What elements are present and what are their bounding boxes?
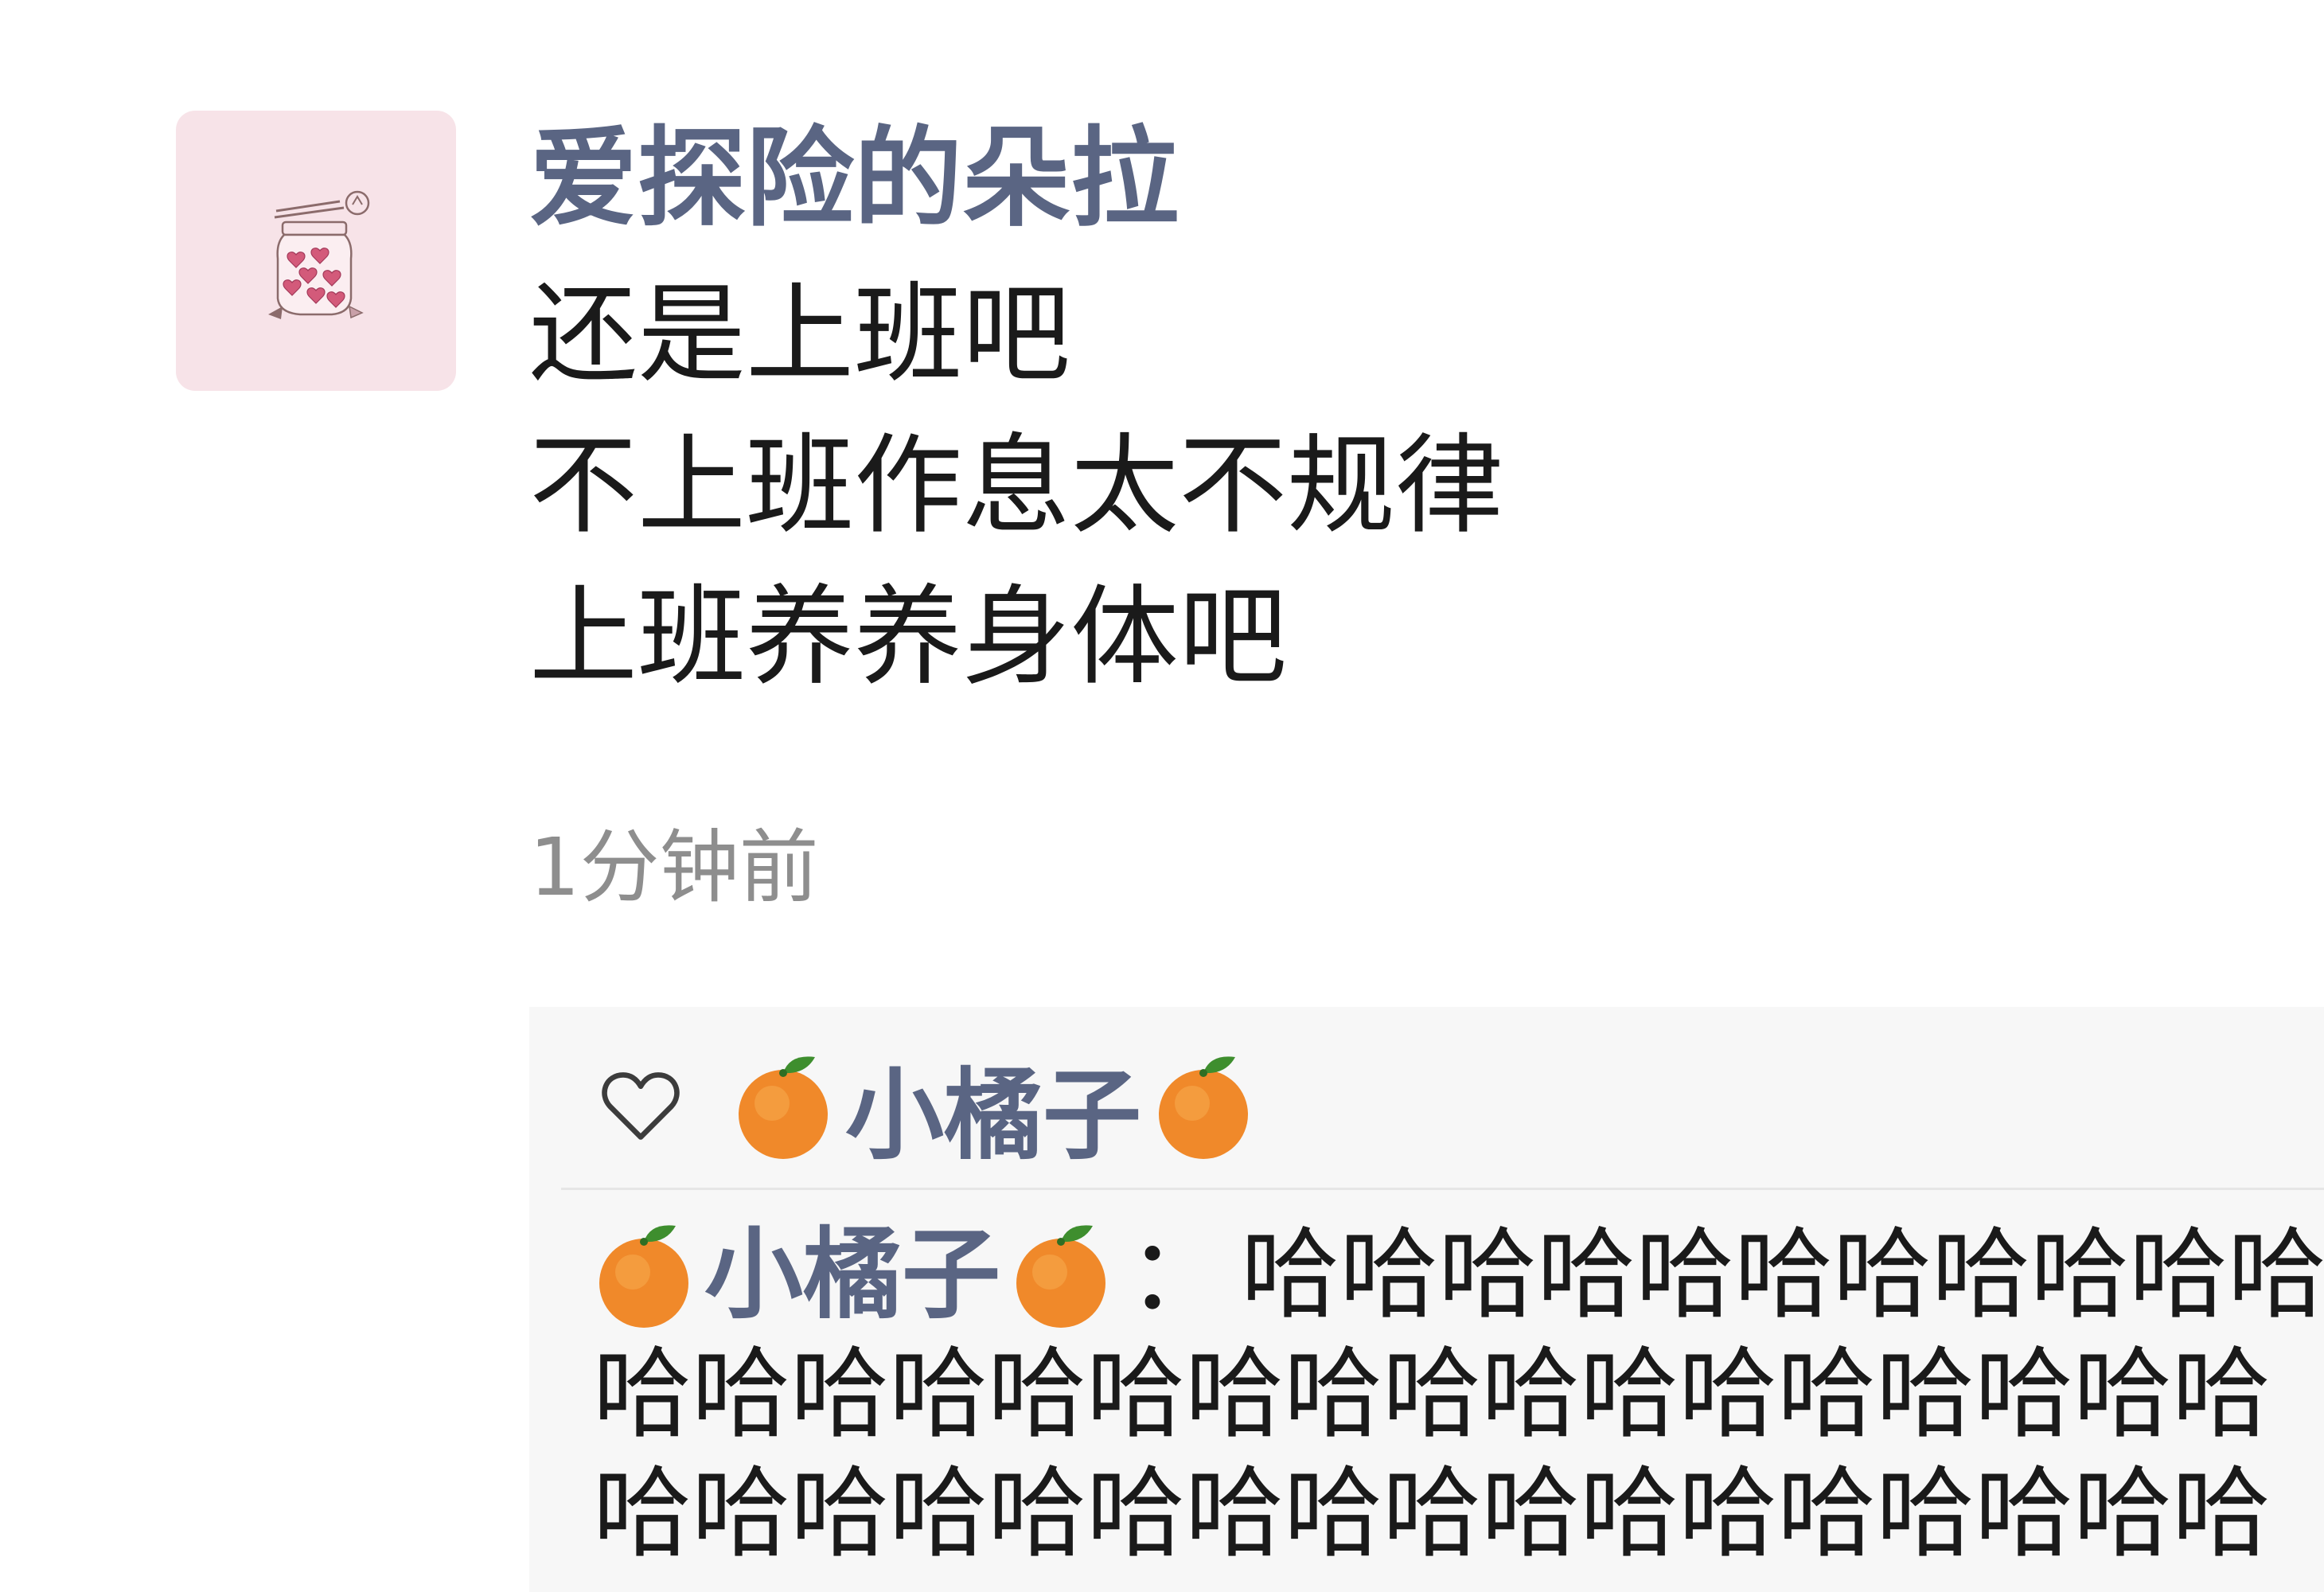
comment-text-line: 哈哈哈哈哈哈哈哈哈哈哈哈哈哈哈哈哈	[593, 1337, 2271, 1452]
comment-text-line: 哈哈哈哈哈哈哈哈哈哈哈	[1241, 1218, 2324, 1333]
comment-item[interactable]: 小橘子 ：哈哈哈哈哈哈哈哈哈哈哈 哈哈哈哈哈哈哈哈哈哈哈哈哈哈哈哈哈 哈哈哈哈哈…	[593, 1215, 2324, 1574]
comment-first-line: 小橘子 ：哈哈哈哈哈哈哈哈哈哈哈	[593, 1215, 2324, 1335]
likes-and-comments-panel: 小橘子 小橘子 ： 哈哈哈哈哈哈哈哈哈哈哈 哈哈哈哈哈哈哈哈哈哈哈哈哈哈哈哈哈 …	[529, 1007, 2324, 1592]
jar-of-hearts-icon	[268, 190, 370, 319]
post-author-name[interactable]: 爱探险的朵拉	[529, 103, 2280, 255]
moments-post: 爱探险的朵拉 还是上班吧 不上班作息太不规律 上班养养身体吧 1分钟前 小橘子	[0, 0, 2324, 1592]
avatar[interactable]	[176, 111, 456, 391]
comment-text-line: 哈哈哈哈哈哈哈哈哈哈哈哈哈哈哈哈哈	[593, 1457, 2271, 1571]
tangerine-emoji-icon	[739, 1056, 828, 1159]
post-timestamp: 1分钟前	[529, 821, 819, 914]
post-content-line: 还是上班吧	[529, 272, 1070, 398]
tangerine-emoji-icon	[1159, 1056, 1249, 1159]
post-content: 还是上班吧 不上班作息太不规律 上班养养身体吧	[529, 259, 2280, 713]
post-body: 爱探险的朵拉 还是上班吧 不上班作息太不规律 上班养养身体吧	[529, 103, 2280, 713]
comment-author[interactable]: 小橘子	[593, 1215, 1112, 1335]
liker-name[interactable]: 小橘子	[732, 1035, 1254, 1178]
comment-author-text: 小橘子	[704, 1218, 1001, 1333]
post-content-line: 上班养养身体吧	[529, 575, 1287, 700]
tangerine-emoji-icon	[1016, 1225, 1106, 1328]
comment-separator: ：	[1128, 1218, 1227, 1333]
divider	[561, 1188, 2324, 1190]
liker-name-text: 小橘子	[845, 1059, 1142, 1173]
post-content-line: 不上班作息太不规律	[529, 423, 1503, 549]
likes-row: 小橘子	[597, 1039, 1254, 1174]
tangerine-emoji-icon	[599, 1225, 688, 1328]
heart-outline-icon[interactable]	[597, 1063, 684, 1150]
